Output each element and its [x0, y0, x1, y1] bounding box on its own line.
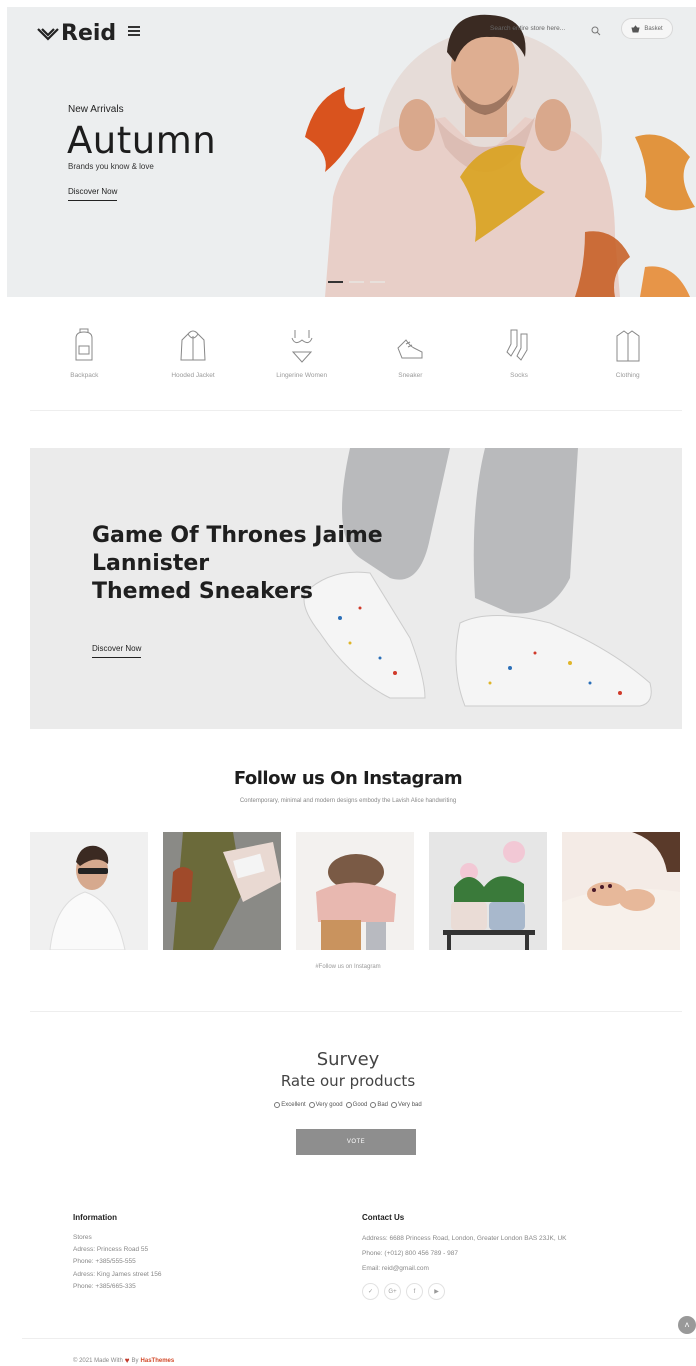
logo-text: Reid — [61, 21, 117, 46]
category-hooded-jacket[interactable]: Hooded Jacket — [139, 328, 248, 388]
radio-button[interactable] — [370, 1102, 377, 1108]
socks-icon — [506, 329, 528, 361]
option-label: Bad — [377, 1102, 389, 1108]
section-divider — [30, 1011, 682, 1012]
footer-info-line[interactable]: Stores — [73, 1234, 92, 1241]
footer-divider — [22, 1338, 696, 1339]
backpack-icon — [75, 328, 93, 361]
shirt-icon — [616, 330, 640, 362]
menu-icon[interactable] — [128, 26, 140, 36]
instagram-photo[interactable] — [296, 832, 414, 950]
youtube-icon[interactable]: ▶ — [428, 1283, 445, 1300]
category-clothing[interactable]: Clothing — [573, 328, 682, 388]
promo-banner: Game Of Thrones Jaime Lannister Themed S… — [30, 448, 682, 729]
footer-contact-line: Email: reid@gmail.com — [362, 1265, 429, 1272]
basket-icon — [631, 24, 640, 32]
category-lingerie[interactable]: Lingerine Women — [247, 328, 356, 388]
search-icon[interactable] — [591, 26, 601, 36]
instagram-photo[interactable] — [562, 832, 680, 950]
category-label: Socks — [510, 372, 528, 379]
double-chevron-up-icon: ˄ — [684, 1320, 690, 1330]
instagram-photo[interactable] — [30, 832, 148, 950]
hero-image — [305, 14, 695, 297]
category-list: Backpack Hooded Jacket Lingerine Women S… — [30, 328, 682, 388]
instagram-photo[interactable] — [429, 832, 547, 950]
facebook-icon[interactable]: f — [406, 1283, 423, 1300]
logo-mark-icon — [37, 27, 59, 41]
copyright-brand-link[interactable]: HasThemes — [141, 1358, 175, 1364]
survey-option-very-good[interactable]: Very good — [308, 1102, 343, 1108]
survey-options: Excellent Very good Good Bad Very bad — [0, 1102, 696, 1108]
survey-title: Survey — [316, 1049, 380, 1070]
hero-title: Autumn — [67, 119, 217, 162]
sneaker-icon — [397, 339, 423, 359]
option-label: Very good — [315, 1102, 343, 1108]
slider-dot-1[interactable] — [328, 281, 343, 283]
category-sneaker[interactable]: Sneaker — [356, 328, 465, 388]
option-label: Excellent — [281, 1102, 306, 1108]
category-socks[interactable]: Socks — [465, 328, 574, 388]
hooded-jacket-icon — [180, 330, 206, 361]
section-divider — [30, 410, 682, 411]
radio-button[interactable] — [345, 1102, 352, 1108]
copyright-by: By — [131, 1357, 139, 1364]
category-label: Backpack — [70, 372, 99, 379]
banner-title-line: Game Of Thrones Jaime — [92, 523, 383, 548]
survey-option-excellent[interactable]: Excellent — [274, 1102, 306, 1108]
footer-contact-line: Phone: (+012) 800 456 789 - 987 — [362, 1250, 458, 1257]
footer-info-heading: Information — [73, 1213, 117, 1222]
copyright-text: © 2021 Made With — [73, 1357, 123, 1364]
instagram-photo[interactable] — [163, 832, 281, 950]
scroll-to-top-button[interactable]: ˄ — [678, 1316, 696, 1334]
slider-dots — [328, 281, 385, 283]
footer-info-line: Phone: +385/665-335 — [73, 1283, 136, 1290]
banner-title-line: Themed Sneakers — [92, 579, 314, 604]
hero-tagline: Brands you know & love — [68, 162, 154, 171]
category-label: Lingerine Women — [276, 372, 328, 379]
radio-button[interactable] — [308, 1102, 315, 1108]
category-label: Sneaker — [398, 372, 423, 379]
survey-option-good[interactable]: Good — [345, 1102, 368, 1108]
category-label: Clothing — [615, 372, 640, 379]
hero-discover-link[interactable]: Discover Now — [68, 187, 118, 201]
basket-label: Basket — [644, 25, 663, 32]
heart-icon: ♥ — [124, 1356, 130, 1365]
footer-info-line: Adress: King James street 156 — [73, 1271, 162, 1278]
search-input[interactable]: Search entire store here... — [490, 25, 572, 32]
social-links: ✓ G+ f ▶ — [362, 1283, 445, 1300]
lingerie-icon — [291, 330, 313, 363]
instagram-follow-link[interactable]: #Follow us on Instagram — [0, 964, 696, 970]
survey-option-bad[interactable]: Bad — [370, 1102, 388, 1108]
survey-option-very-bad[interactable]: Very bad — [391, 1102, 422, 1108]
footer-info-line: Adress: Princess Road 55 — [73, 1246, 149, 1253]
vote-button[interactable]: VOTE — [296, 1129, 416, 1155]
banner-title: Game Of Thrones Jaime Lannister Themed S… — [92, 522, 392, 606]
footer-contact-line: Address: 6688 Princess Road, London, Gre… — [362, 1235, 567, 1242]
radio-button[interactable] — [274, 1102, 281, 1108]
option-label: Very bad — [398, 1102, 422, 1108]
copyright: © 2021 Made With ♥ By HasThemes — [73, 1356, 174, 1365]
banner-title-line: Lannister — [92, 551, 210, 576]
survey-subtitle: Rate our products — [280, 1072, 416, 1090]
site-logo[interactable]: Reid — [37, 21, 116, 46]
footer-info-line: Phone: +385/555-555 — [73, 1258, 136, 1265]
slider-dot-3[interactable] — [370, 281, 385, 283]
hero-subtitle: New Arrivals — [68, 104, 124, 115]
instagram-title: Follow us On Instagram — [233, 768, 463, 789]
instagram-subtitle: Contemporary, minimal and modern designs… — [239, 798, 457, 804]
slider-dot-2[interactable] — [349, 281, 364, 283]
hero-slider: Reid Search entire store here... Basket … — [7, 7, 696, 297]
basket-button[interactable]: Basket — [621, 18, 673, 39]
footer-contact-heading: Contact Us — [362, 1213, 405, 1222]
option-label: Good — [352, 1102, 368, 1108]
banner-discover-link[interactable]: Discover Now — [92, 644, 142, 658]
category-backpack[interactable]: Backpack — [30, 328, 139, 388]
twitter-icon[interactable]: ✓ — [362, 1283, 379, 1300]
category-label: Hooded Jacket — [171, 372, 215, 379]
instagram-grid — [30, 832, 682, 950]
google-plus-icon[interactable]: G+ — [384, 1283, 401, 1300]
radio-button[interactable] — [391, 1102, 398, 1108]
